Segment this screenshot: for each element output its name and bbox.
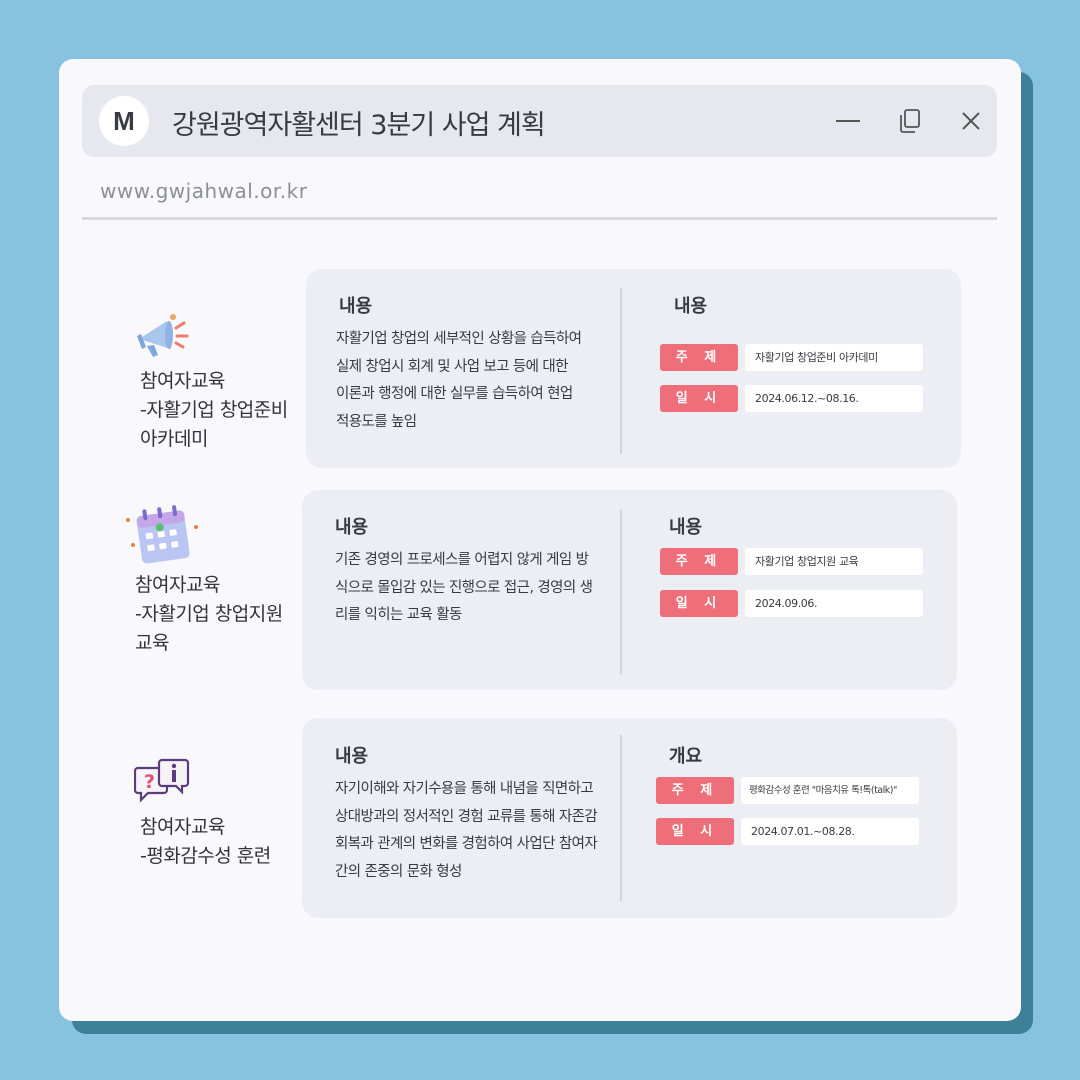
megaphone-icon [135, 309, 193, 365]
close-icon[interactable] [957, 107, 985, 135]
column-divider [620, 735, 622, 901]
date-value: 2024.07.01.~08.28. [741, 818, 919, 845]
overview-heading: 내용 [669, 517, 703, 538]
date-tag: 일 시 [660, 385, 738, 412]
date-value: 2024.06.12.~08.16. [745, 385, 923, 412]
title-bar: M 강원광역자활센터 3분기 사업 계획 [82, 85, 997, 157]
column-divider [620, 509, 622, 675]
minimize-icon[interactable] [834, 107, 862, 135]
question-info-icon: ? [133, 758, 192, 812]
website-url[interactable]: www.gwjahwal.or.kr [100, 179, 307, 203]
program-card: 내용 자활기업 창업의 세부적인 상황을 습득하여 실제 창업시 회계 및 사업… [306, 269, 961, 468]
app-window: M 강원광역자활센터 3분기 사업 계획 www.gwjahwal.or.kr [59, 59, 1021, 1021]
description: 자기이해와 자기수용을 통해 내념을 직면하고 상대방과의 정서적인 경험 교류… [335, 781, 598, 880]
svg-text:?: ? [144, 771, 155, 793]
overview-heading: 개요 [669, 746, 703, 767]
date-value: 2024.09.06. [745, 590, 923, 617]
item-label: 참여자교육 -자활기업 창업준비 아카데미 [140, 370, 288, 450]
topic-value: 평화감수성 훈련 "마음치유 톡!톡(talk)" [741, 777, 919, 804]
program-card: 내용 자기이해와 자기수용을 통해 내념을 직면하고 상대방과의 정서적인 경험… [302, 718, 957, 918]
topic-value: 자활기업 창업준비 아카데미 [745, 344, 923, 371]
calendar-icon [125, 503, 201, 573]
restore-icon[interactable] [896, 107, 924, 135]
topic-tag: 주 제 [660, 548, 738, 575]
app-logo: M [99, 96, 149, 146]
overview-heading: 내용 [674, 296, 708, 317]
content-heading: 내용 [335, 746, 369, 767]
item-label: 참여자교육 -자활기업 창업지원 교육 [135, 574, 283, 654]
topic-tag: 주 제 [656, 777, 734, 804]
date-tag: 일 시 [660, 590, 738, 617]
topic-value: 자활기업 창업지원 교육 [745, 548, 923, 575]
description: 자활기업 창업의 세부적인 상황을 습득하여 실제 창업시 회계 및 사업 보고… [336, 331, 582, 430]
date-tag: 일 시 [656, 818, 734, 845]
item-label: 참여자교육 -평화감수성 훈련 [140, 816, 271, 867]
content-heading: 내용 [339, 296, 373, 317]
content-heading: 내용 [335, 517, 369, 538]
column-divider [620, 288, 622, 454]
program-card: 내용 기존 경영의 프로세스를 어렵지 않게 게임 방 식으로 몰입감 있는 진… [302, 490, 957, 690]
divider [82, 217, 997, 220]
topic-tag: 주 제 [660, 344, 738, 371]
window-title: 강원광역자활센터 3분기 사업 계획 [172, 110, 546, 141]
description: 기존 경영의 프로세스를 어렵지 않게 게임 방 식으로 몰입감 있는 진행으로… [335, 552, 593, 623]
